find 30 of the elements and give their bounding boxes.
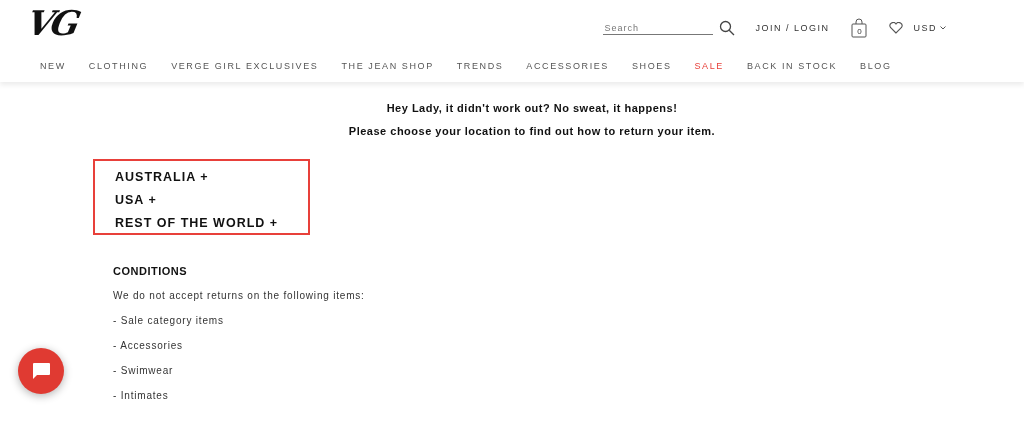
location-toggle[interactable]: REST OF THE WORLD + <box>115 216 298 230</box>
location-toggle[interactable]: AUSTRALIA + <box>115 170 298 184</box>
chevron-down-icon <box>940 26 946 30</box>
currency-selector[interactable]: USD <box>913 23 946 33</box>
nav-link[interactable]: TRENDS <box>456 61 504 71</box>
logo[interactable]: VG <box>23 3 82 43</box>
nav-link[interactable]: SALE <box>694 61 724 71</box>
location-toggle[interactable]: USA + <box>115 193 298 207</box>
search-field[interactable]: Search <box>603 21 714 35</box>
join-login-link[interactable]: JOIN / LOGIN <box>755 23 830 33</box>
excluded-item: - Sale category items <box>113 314 225 328</box>
speech-bubble-icon <box>31 362 51 380</box>
nav-link[interactable]: VERGE GIRL EXCLUSIVES <box>171 61 319 71</box>
nav-link[interactable]: CLOTHING <box>88 61 149 71</box>
nav-link[interactable]: ACCESSORIES <box>526 61 609 71</box>
nav-link[interactable]: BACK IN STOCK <box>746 61 838 71</box>
nav-link[interactable]: THE JEAN SHOP <box>341 61 434 71</box>
heart-icon[interactable] <box>889 22 904 34</box>
excluded-item: - Swimwear <box>113 364 175 378</box>
intro-text: Please choose your location to find out how to return your item. <box>347 125 716 137</box>
excluded-item: - Accessories <box>113 339 184 353</box>
conditions-heading: CONDITIONS <box>113 265 189 277</box>
excluded-item: - Intimates <box>113 389 170 403</box>
search-icon[interactable] <box>719 20 736 36</box>
conditions-text: We do not accept returns on the following items: <box>113 289 366 303</box>
nav-link[interactable]: NEW <box>40 61 66 71</box>
intro-text: Hey Lady, it didn't work out? No sweat, it happens! <box>385 102 678 114</box>
chat-button[interactable] <box>18 348 64 394</box>
nav-link[interactable]: BLOG <box>860 61 892 71</box>
nav-link[interactable]: SHOES <box>632 61 672 71</box>
